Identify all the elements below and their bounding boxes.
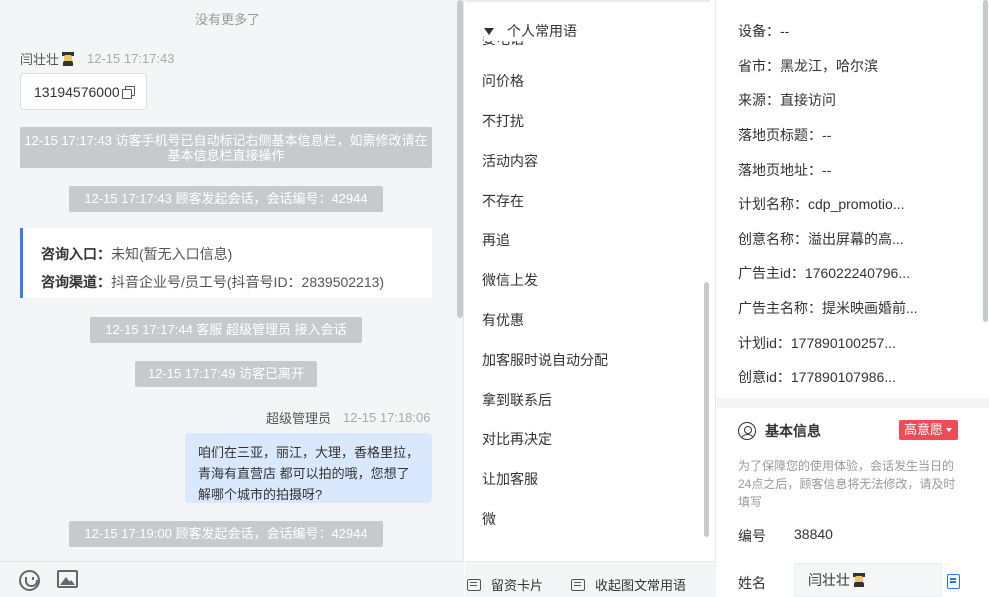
system-notice-session-start-2: 12-15 17:19:00 顾客发起会话，会话编号：42944 xyxy=(69,521,383,547)
visitor-name: 闫壮壮 xyxy=(20,52,60,67)
consult-entry-row: 咨询入口：未知(暂无入口信息) xyxy=(41,240,432,268)
chat-message-list[interactable]: 没有更多了 闫壮壮 12-15 17:17:43 13194576000 12-… xyxy=(0,0,464,560)
quick-reply-panel: 个人常用语 要电话 问价格 不打扰 活动内容 不存在 再追 微信上发 有优惠 加… xyxy=(465,0,716,597)
info-advertiser-name: 广告主名称：提米映画婚前... xyxy=(738,300,918,316)
student-emoji-icon xyxy=(852,573,866,587)
customer-id-value: 38840 xyxy=(794,526,833,542)
customer-name-field[interactable]: 闫壮壮 xyxy=(794,563,942,597)
no-more-text: 没有更多了 xyxy=(194,12,260,27)
info-plan-id: 计划id：177890100257... xyxy=(738,335,896,351)
quick-reply-item[interactable]: 拿到联系后 xyxy=(482,390,552,410)
quick-reply-group-title: 个人常用语 xyxy=(507,23,577,39)
quick-reply-item[interactable]: 对比再决定 xyxy=(482,429,552,449)
collapse-quick-replies-button[interactable]: 收起图文常用语 xyxy=(571,575,686,594)
consult-channel-value: 抖音企业号/员工号(抖音号ID：2839502213) xyxy=(111,274,385,290)
quick-reply-item[interactable]: 问价格 xyxy=(482,71,524,91)
intent-level-dropdown[interactable]: 高意愿 xyxy=(899,420,959,440)
consult-source-card: 咨询入口：未知(暂无入口信息) 咨询渠道：抖音企业号/员工号(抖音号ID：283… xyxy=(20,228,432,298)
customer-name-label: 姓名 xyxy=(738,575,766,591)
student-emoji-icon xyxy=(61,51,75,66)
basic-info-title: 基本信息 xyxy=(765,423,821,439)
quick-reply-footer: 留资卡片 收起图文常用语 xyxy=(465,561,716,597)
customer-name-value: 闫壮壮 xyxy=(808,572,850,588)
quick-reply-item[interactable]: 有优惠 xyxy=(482,310,524,330)
image-icon[interactable] xyxy=(57,570,78,588)
copy-icon[interactable] xyxy=(121,85,135,99)
caret-down-icon xyxy=(484,27,494,35)
chat-scrollbar[interactable] xyxy=(457,0,463,318)
quick-reply-item[interactable]: 微信上发 xyxy=(482,270,538,290)
consult-entry-value: 未知(暂无入口信息) xyxy=(111,246,233,262)
system-notice-text: 12-15 17:17:43 访客手机号已自动标记右侧基本信息栏，如需修改请在基… xyxy=(24,133,428,163)
info-landing-url: 落地页地址：-- xyxy=(738,162,832,178)
agent-message-bubble: 咱们在三亚，丽江，大理，香格里拉，青海有直营店 都可以拍的哦，您想了解哪个城市的… xyxy=(185,433,432,503)
quick-reply-item[interactable]: 再追 xyxy=(482,230,510,250)
quick-reply-item[interactable]: 活动内容 xyxy=(482,151,538,171)
agent-name: 超级管理员 xyxy=(266,411,332,426)
info-scrollbar[interactable] xyxy=(983,0,988,322)
quick-reply-item[interactable]: 微 xyxy=(482,509,496,529)
lead-card-label: 留资卡片 xyxy=(491,578,544,593)
info-plan-name: 计划名称：cdp_promotio... xyxy=(738,196,905,212)
section-divider xyxy=(717,398,989,408)
info-landing-title: 落地页标题：-- xyxy=(738,127,832,143)
quick-reply-item[interactable]: 不打扰 xyxy=(482,111,524,131)
quick-reply-item[interactable]: 不存在 xyxy=(482,191,524,211)
visitor-message-time: 12-15 17:17:43 xyxy=(87,51,175,66)
quick-panel-top-border xyxy=(465,0,710,2)
system-notice-agent-join: 12-15 17:17:44 客服 超级管理员 接入会话 xyxy=(90,317,362,343)
agent-message-header: 超级管理员 12-15 17:18:06 xyxy=(266,408,430,427)
system-notice-visitor-left: 12-15 17:17:49 访客已离开 xyxy=(135,361,317,387)
copy-name-icon[interactable] xyxy=(947,574,960,589)
caret-down-icon xyxy=(946,428,953,432)
phone-number: 13194576000 xyxy=(34,83,120,100)
emoji-icon[interactable] xyxy=(19,570,40,591)
system-notice-session-start: 12-15 17:17:43 顾客发起会话，会话编号：42944 xyxy=(69,186,383,212)
info-source: 来源：直接访问 xyxy=(738,92,836,108)
agent-message-time: 12-15 17:18:06 xyxy=(343,410,431,425)
lead-card-button[interactable]: 留资卡片 xyxy=(467,575,543,594)
info-region: 省市：黑龙江，哈尔滨 xyxy=(738,58,878,74)
visitor-phone-bubble: 13194576000 xyxy=(20,73,147,110)
visitor-info-panel: 设备：-- 省市：黑龙江，哈尔滨 来源：直接访问 落地页标题：-- 落地页地址：… xyxy=(717,0,989,597)
chat-panel: 没有更多了 闫壮壮 12-15 17:17:43 13194576000 12-… xyxy=(0,0,464,597)
edit-deadline-notice: 为了保障您的使用体验，会话发生当日的24点之后，顾客信息将无法修改，请及时填写 xyxy=(738,459,956,509)
message-icon xyxy=(571,578,585,591)
basic-info-header: 基本信息 xyxy=(738,421,821,441)
user-circle-icon xyxy=(738,422,756,440)
quick-reply-item[interactable]: 加客服时说自动分配 xyxy=(482,350,608,370)
card-icon xyxy=(467,578,481,591)
info-creative-id: 创意id：177890107986... xyxy=(738,369,896,385)
quick-reply-group-header[interactable]: 个人常用语 xyxy=(484,21,704,41)
customer-id-label: 编号 xyxy=(738,528,766,544)
collapse-quick-replies-label: 收起图文常用语 xyxy=(595,578,687,593)
consult-channel-label: 咨询渠道： xyxy=(41,274,111,290)
quick-reply-item[interactable]: 让加客服 xyxy=(482,469,538,489)
intent-level-value: 高意愿 xyxy=(904,422,944,437)
system-notice-autotag: 12-15 17:17:43 访客手机号已自动标记右侧基本信息栏，如需修改请在基… xyxy=(20,127,432,168)
info-device: 设备：-- xyxy=(738,23,790,39)
consult-channel-row: 咨询渠道：抖音企业号/员工号(抖音号ID：2839502213) xyxy=(41,268,432,296)
info-creative-name: 创意名称：溢出屏幕的高... xyxy=(738,231,904,247)
chat-toolbar xyxy=(0,561,464,597)
quick-reply-scrollbar[interactable] xyxy=(704,282,709,537)
info-advertiser-id: 广告主id：176022240796... xyxy=(738,265,910,281)
consult-entry-label: 咨询入口： xyxy=(41,246,111,262)
visitor-message-header: 闫壮壮 12-15 17:17:43 xyxy=(20,49,174,68)
